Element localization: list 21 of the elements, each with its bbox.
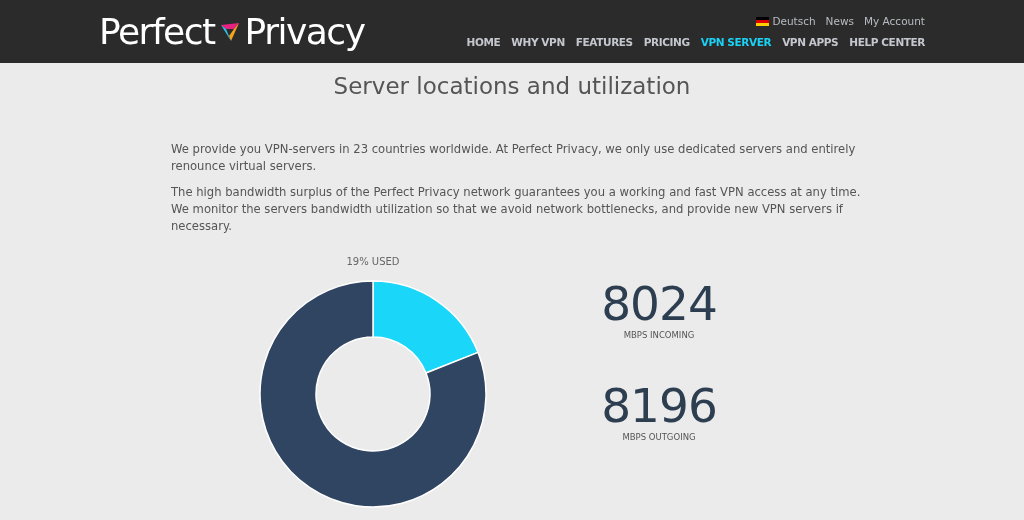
top-link[interactable]: My Account [864,15,925,27]
nav-link[interactable]: HOME [466,36,501,48]
nav-link[interactable]: VPN SERVER [700,36,772,48]
nav-link[interactable]: PRICING [643,36,690,48]
nav-link[interactable]: HELP CENTER [849,36,925,48]
paragraph: We provide you VPN-servers in 23 countries worldwide. At Perfect Privacy, we only use dedicated servers and entirely renounce virtual servers. [171,141,857,175]
language-link[interactable]: Deutsch [756,15,816,27]
nav-link[interactable]: VPN APPS [782,36,839,48]
nav-link[interactable]: FEATURES [575,36,633,48]
logo[interactable]: Perfect Privacy [99,11,365,52]
page-title: Server locations and utilization [332,73,692,99]
paragraph: The high bandwidth surplus of the Perfect Privacy network guarantees you a working and fast VPN access at any time. We monitor the servers bandwidth utilization so that we avoid network bottlenecks, and provide new VPN servers if necessary. [171,184,862,235]
stat-value: 8196 [601,380,717,432]
nav-link[interactable]: WHY VPN [511,36,565,48]
top-link[interactable]: News [825,15,854,27]
logo-triangle-icon [218,20,241,43]
stat-label: MBPS OUTGOING [622,432,696,442]
german-flag-icon [756,16,770,26]
stat-label: MBPS INCOMING [623,330,695,340]
chart-title: 19% USED [346,256,400,267]
stat-value: 8024 [601,278,717,330]
